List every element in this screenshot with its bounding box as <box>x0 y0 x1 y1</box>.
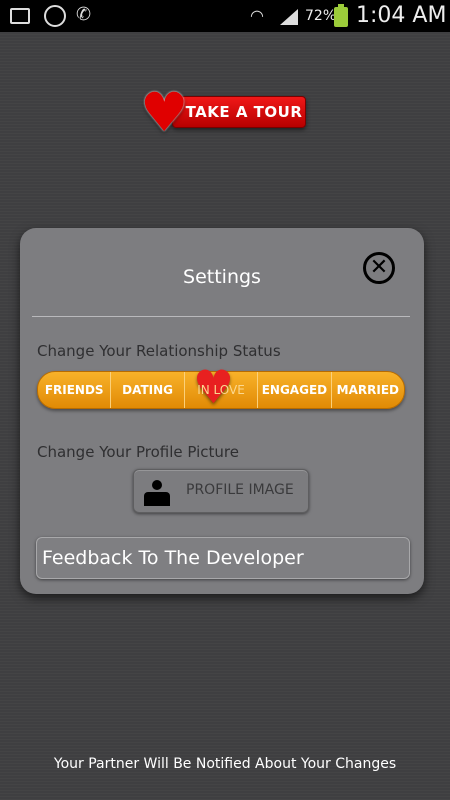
wifi-icon: ◠ <box>250 6 264 25</box>
status-option-label: FRIENDS <box>44 383 104 397</box>
person-icon <box>144 480 170 506</box>
status-option-label: DATING <box>122 383 174 397</box>
profile-picture-label: Change Your Profile Picture <box>37 443 239 461</box>
status-option-label: ENGAGED <box>261 383 328 397</box>
close-button[interactable]: ✕ <box>363 252 395 284</box>
partner-notification-note: Your Partner Will Be Notified About Your… <box>53 756 397 772</box>
gallery-icon <box>10 8 30 24</box>
status-option-friends[interactable]: FRIENDS <box>38 372 112 408</box>
clock: 1:04 AM <box>356 3 447 28</box>
whatsapp-icon <box>44 5 66 27</box>
divider <box>32 316 410 317</box>
profile-image-button[interactable]: PROFILE IMAGE <box>133 469 309 513</box>
feedback-label: Feedback To The Developer <box>42 547 304 569</box>
take-a-tour-button[interactable]: TAKE A TOUR ♥ <box>140 81 310 144</box>
heart-icon: ♥ <box>140 81 189 144</box>
close-icon: ✕ <box>369 255 389 280</box>
status-option-engaged[interactable]: ENGAGED <box>258 372 332 408</box>
relationship-status-label: Change Your Relationship Status <box>37 342 281 360</box>
take-a-tour-label: TAKE A TOUR <box>185 103 303 121</box>
feedback-button[interactable]: Feedback To The Developer <box>36 537 410 579</box>
battery-icon <box>334 4 348 27</box>
status-option-label: MARRIED <box>336 383 399 397</box>
take-a-tour-banner: TAKE A TOUR <box>172 96 306 128</box>
status-option-in-love[interactable]: ♥ IN LOVE <box>185 364 259 410</box>
status-option-dating[interactable]: DATING <box>111 372 185 408</box>
status-option-married[interactable]: MARRIED <box>332 372 404 408</box>
status-option-label: IN LOVE <box>197 383 245 397</box>
settings-dialog: Settings ✕ Change Your Relationship Stat… <box>20 228 424 594</box>
phone-call-icon: ✆ <box>76 4 92 25</box>
status-bar: ✆ ◠ 72% 1:04 AM <box>0 0 450 32</box>
battery-percent: 72% <box>305 8 337 24</box>
relationship-status-selector: FRIENDS DATING ♥ IN LOVE ENGAGED MARRIED <box>37 364 405 410</box>
signal-icon <box>280 9 298 25</box>
profile-image-label: PROFILE IMAGE <box>186 482 294 498</box>
